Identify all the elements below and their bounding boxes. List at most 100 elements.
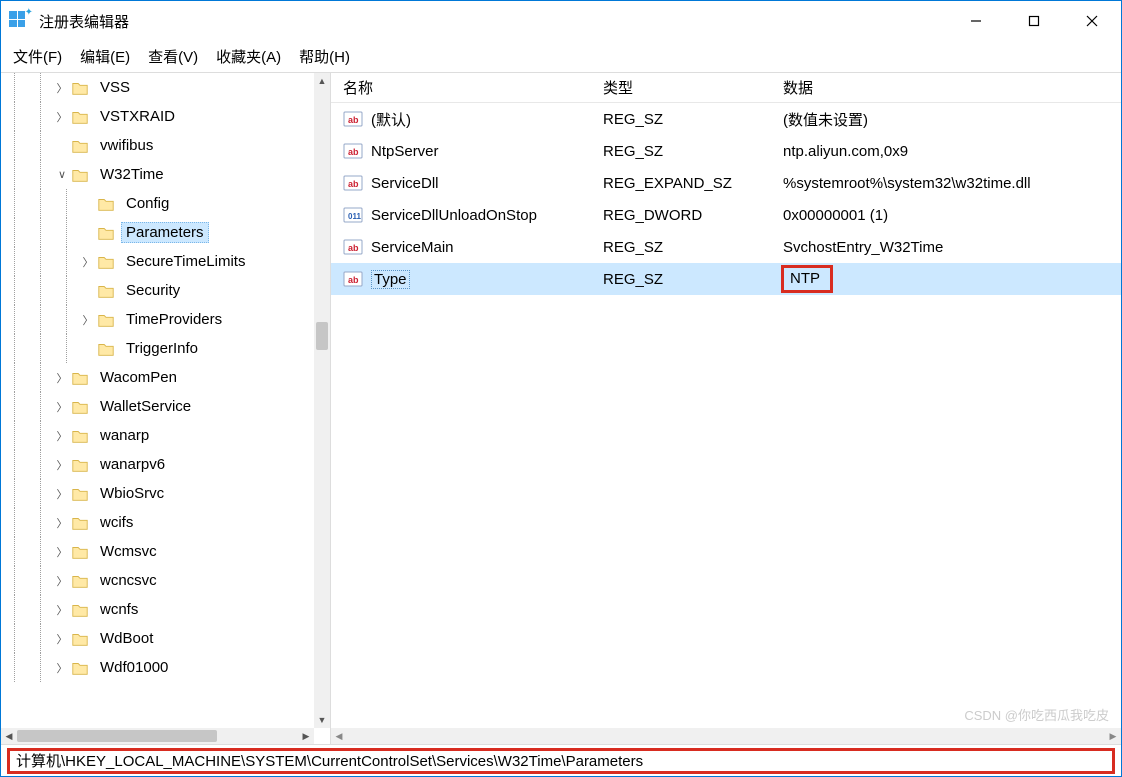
svg-text:011: 011 bbox=[348, 212, 361, 221]
value-type: REG_SZ bbox=[591, 143, 771, 160]
expand-icon[interactable]: 〉 bbox=[53, 660, 71, 676]
expand-icon[interactable]: 〉 bbox=[53, 80, 71, 96]
tree-node-timeproviders[interactable]: 〉 TimeProviders bbox=[1, 305, 314, 334]
tree-node-label: wcncsvc bbox=[95, 570, 162, 591]
tree-node-security[interactable]: Security bbox=[1, 276, 314, 305]
svg-text:ab: ab bbox=[348, 179, 359, 189]
value-name: ServiceDll bbox=[371, 175, 439, 192]
path-input[interactable] bbox=[7, 748, 1115, 774]
tree-node-label: Wcmsvc bbox=[95, 541, 162, 562]
menu-view[interactable]: 查看(V) bbox=[148, 46, 198, 67]
svg-text:ab: ab bbox=[348, 243, 359, 253]
statusbar bbox=[1, 744, 1121, 776]
tree-node-w32time[interactable]: ∨W32Time bbox=[1, 160, 314, 189]
tree-node-label: WacomPen bbox=[95, 367, 182, 388]
tree-node-wcncsvc[interactable]: 〉 wcncsvc bbox=[1, 566, 314, 595]
value-data: 0x00000001 (1) bbox=[771, 207, 1121, 224]
expand-icon[interactable]: 〉 bbox=[53, 602, 71, 618]
tree-node-wbiosrvc[interactable]: 〉 WbioSrvc bbox=[1, 479, 314, 508]
tree-node-label: Config bbox=[121, 193, 174, 214]
tree-node-label: SecureTimeLimits bbox=[121, 251, 250, 272]
tree-node-wcifs[interactable]: 〉wcifs bbox=[1, 508, 314, 537]
expand-icon[interactable]: 〉 bbox=[79, 254, 97, 270]
tree-node-label: WalletService bbox=[95, 396, 196, 417]
value-name: Type bbox=[371, 270, 410, 289]
tree-node-wdboot[interactable]: 〉 WdBoot bbox=[1, 624, 314, 653]
value-row[interactable]: ab(默认)REG_SZ(数值未设置) bbox=[331, 103, 1121, 135]
svg-text:ab: ab bbox=[348, 115, 359, 125]
value-row[interactable]: abNtpServerREG_SZntp.aliyun.com,0x9 bbox=[331, 135, 1121, 167]
expand-icon[interactable]: 〉 bbox=[53, 544, 71, 560]
expand-icon[interactable]: 〉 bbox=[53, 573, 71, 589]
expand-icon[interactable]: 〉 bbox=[53, 370, 71, 386]
tree-vertical-scrollbar[interactable]: ▲▼ bbox=[314, 73, 330, 728]
value-row[interactable]: ab Type REG_SZNTP bbox=[331, 263, 1121, 295]
tree-node-walletservice[interactable]: 〉 WalletService bbox=[1, 392, 314, 421]
expand-icon[interactable]: 〉 bbox=[53, 428, 71, 444]
tree-node-wanarp[interactable]: 〉 wanarp bbox=[1, 421, 314, 450]
expand-icon[interactable]: 〉 bbox=[53, 399, 71, 415]
tree-node-label: Wdf01000 bbox=[95, 657, 173, 678]
tree-node-label: vwifibus bbox=[95, 135, 158, 156]
maximize-button[interactable] bbox=[1005, 1, 1063, 41]
svg-text:ab: ab bbox=[348, 147, 359, 157]
tree-node-wdf01000[interactable]: 〉 Wdf01000 bbox=[1, 653, 314, 682]
value-name: ServiceDllUnloadOnStop bbox=[371, 207, 537, 224]
expand-icon[interactable]: 〉 bbox=[53, 109, 71, 125]
list-horizontal-scrollbar[interactable]: ◀▶ bbox=[331, 728, 1121, 744]
tree-node-vwifibus[interactable]: vwifibus bbox=[1, 131, 314, 160]
tree-node-label: Security bbox=[121, 280, 185, 301]
tree-node-label: WbioSrvc bbox=[95, 483, 169, 504]
menu-favorites[interactable]: 收藏夹(A) bbox=[216, 46, 281, 67]
tree-node-label: wanarp bbox=[95, 425, 154, 446]
tree-node-securetimelimits[interactable]: 〉 SecureTimeLimits bbox=[1, 247, 314, 276]
column-header-data[interactable]: 数据 bbox=[771, 77, 1121, 98]
expand-icon[interactable]: 〉 bbox=[53, 457, 71, 473]
value-row[interactable]: 011 ServiceDllUnloadOnStop REG_DWORD0x0000… bbox=[331, 199, 1121, 231]
expand-icon[interactable]: 〉 bbox=[53, 631, 71, 647]
menu-file[interactable]: 文件(F) bbox=[13, 46, 62, 67]
value-type: REG_EXPAND_SZ bbox=[591, 175, 771, 192]
value-row[interactable]: ab ServiceMain REG_SZSvchostEntry_W32Time bbox=[331, 231, 1121, 263]
tree-node-vstxraid[interactable]: 〉 VSTXRAID bbox=[1, 102, 314, 131]
value-data: ntp.aliyun.com,0x9 bbox=[771, 143, 1121, 160]
svg-text:ab: ab bbox=[348, 275, 359, 285]
value-data: %systemroot%\system32\w32time.dll bbox=[771, 175, 1121, 192]
tree-horizontal-scrollbar[interactable]: ◀▶ bbox=[1, 728, 314, 744]
tree-node-wcmsvc[interactable]: 〉 Wcmsvc bbox=[1, 537, 314, 566]
tree-node-wanarpv6[interactable]: 〉wanarpv6 bbox=[1, 450, 314, 479]
value-data: (数值未设置) bbox=[771, 109, 1121, 130]
expand-icon[interactable]: 〉 bbox=[53, 515, 71, 531]
tree-node-label: Parameters bbox=[121, 222, 209, 243]
value-type: REG_SZ bbox=[591, 239, 771, 256]
value-data: SvchostEntry_W32Time bbox=[771, 239, 1121, 256]
column-header-name[interactable]: 名称 bbox=[331, 77, 591, 98]
value-data: NTP bbox=[771, 265, 1121, 293]
value-type: REG_SZ bbox=[591, 271, 771, 288]
close-button[interactable] bbox=[1063, 1, 1121, 41]
tree-node-wacompen[interactable]: 〉 WacomPen bbox=[1, 363, 314, 392]
value-type: REG_DWORD bbox=[591, 207, 771, 224]
tree-node-label: TriggerInfo bbox=[121, 338, 203, 359]
tree-node-label: TimeProviders bbox=[121, 309, 227, 330]
tree-node-config[interactable]: Config bbox=[1, 189, 314, 218]
tree-node-parameters[interactable]: Parameters bbox=[1, 218, 314, 247]
minimize-button[interactable] bbox=[947, 1, 1005, 41]
tree-node-vss[interactable]: 〉 VSS bbox=[1, 73, 314, 102]
tree-node-label: VSS bbox=[95, 77, 135, 98]
tree-pane: 〉 VSS 〉 VSTXRAID vwifibus ∨W32Time Config Param… bbox=[1, 73, 331, 744]
value-row[interactable]: ab ServiceDll REG_EXPAND_SZ%systemroot%\sy… bbox=[331, 167, 1121, 199]
menu-help[interactable]: 帮助(H) bbox=[299, 46, 350, 67]
column-header-type[interactable]: 类型 bbox=[591, 77, 771, 98]
value-name: ServiceMain bbox=[371, 239, 454, 256]
tree-node-triggerinfo[interactable]: TriggerInfo bbox=[1, 334, 314, 363]
titlebar: ✦ 注册表编辑器 bbox=[1, 1, 1121, 41]
expand-icon[interactable]: 〉 bbox=[79, 312, 97, 328]
expand-icon[interactable]: 〉 bbox=[53, 486, 71, 502]
tree-node-label: VSTXRAID bbox=[95, 106, 180, 127]
tree-node-label: WdBoot bbox=[95, 628, 158, 649]
menu-edit[interactable]: 编辑(E) bbox=[80, 46, 130, 67]
expand-icon[interactable]: ∨ bbox=[53, 168, 71, 181]
values-list-header: 名称 类型 数据 bbox=[331, 73, 1121, 103]
tree-node-wcnfs[interactable]: 〉wcnfs bbox=[1, 595, 314, 624]
